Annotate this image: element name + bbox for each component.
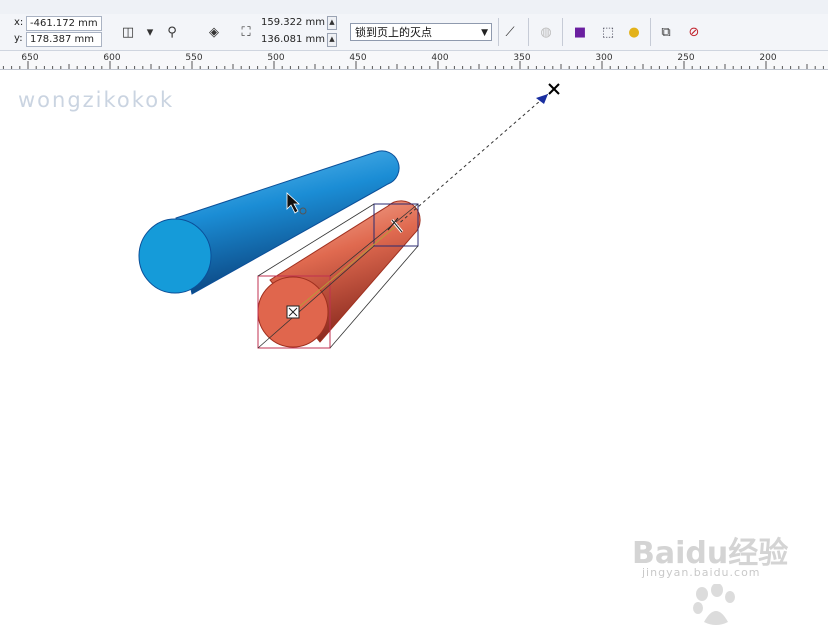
- top-menu-strip: [0, 0, 828, 15]
- toolbar-separator: [650, 18, 651, 46]
- center-handle-icon[interactable]: [286, 305, 300, 319]
- vanishing-point-mode-select[interactable]: 锁到页上的灭点 ▼: [350, 23, 492, 41]
- ruler-label: 400: [431, 53, 449, 63]
- scene: [138, 83, 560, 349]
- horizontal-ruler: 650 600 550 500 450 400 350 300 250 200: [0, 51, 828, 70]
- x-label: x:: [14, 17, 24, 28]
- author-watermark: wongzikokok: [18, 88, 175, 112]
- vanishing-point-mode-value: 锁到页上的灭点: [355, 26, 432, 39]
- vanishing-guide-line: [395, 93, 549, 227]
- toolbar-separator: [562, 18, 563, 46]
- ruler-label: 500: [267, 53, 285, 63]
- color-cube-icon[interactable]: ■: [570, 22, 590, 42]
- chevron-down-icon: ▼: [481, 28, 488, 38]
- depth-spinner-icon[interactable]: ◈: [204, 22, 224, 42]
- ruler-label: 300: [595, 53, 613, 63]
- ruler-label: 200: [759, 53, 777, 63]
- toolbar-separator: [528, 18, 529, 46]
- ruler-label: 650: [21, 53, 39, 63]
- vanishing-point-icon[interactable]: ⛶: [236, 22, 256, 42]
- lighting-bulb-icon[interactable]: ●: [624, 22, 644, 42]
- ruler-label: 350: [513, 53, 531, 63]
- extrude-type-dropdown-icon[interactable]: ◫: [118, 22, 138, 42]
- extrude-rotation-icon[interactable]: ◍: [536, 22, 556, 42]
- vanish-y-spin-icon[interactable]: ▲: [327, 33, 337, 47]
- vanish-x-field[interactable]: 159.322 mm: [258, 16, 330, 29]
- blue-cylinder-cap[interactable]: [138, 218, 212, 294]
- toolbar-separator: [498, 18, 499, 46]
- drawing-canvas[interactable]: wongzikokok: [0, 70, 828, 625]
- ruler-label: 600: [103, 53, 121, 63]
- ruler-label: 450: [349, 53, 367, 63]
- y-position-field[interactable]: 178.387 mm: [26, 32, 102, 47]
- vanish-y-field[interactable]: 136.081 mm: [258, 33, 330, 46]
- x-position-field[interactable]: -461.172 mm: [26, 16, 102, 31]
- baidu-url-watermark: jingyan.baidu.com: [642, 566, 761, 579]
- copy-properties-icon[interactable]: ⧉: [656, 22, 676, 42]
- extrude-type-arrow-icon[interactable]: ▾: [140, 22, 160, 42]
- ruler-label: 250: [677, 53, 695, 63]
- vanish-x-spin-icon[interactable]: ▲: [327, 16, 337, 30]
- ruler-label: 550: [185, 53, 203, 63]
- ruler-ticks: [2, 61, 824, 69]
- baidu-paw-icon: [693, 584, 735, 625]
- depth-icon[interactable]: ⚲: [162, 22, 182, 42]
- copy-extrude-icon[interactable]: ⟋: [500, 22, 520, 42]
- bevel-cube-icon[interactable]: ⬚: [598, 22, 618, 42]
- y-label: y:: [14, 33, 23, 44]
- clear-extrude-icon[interactable]: ⊘: [684, 22, 704, 42]
